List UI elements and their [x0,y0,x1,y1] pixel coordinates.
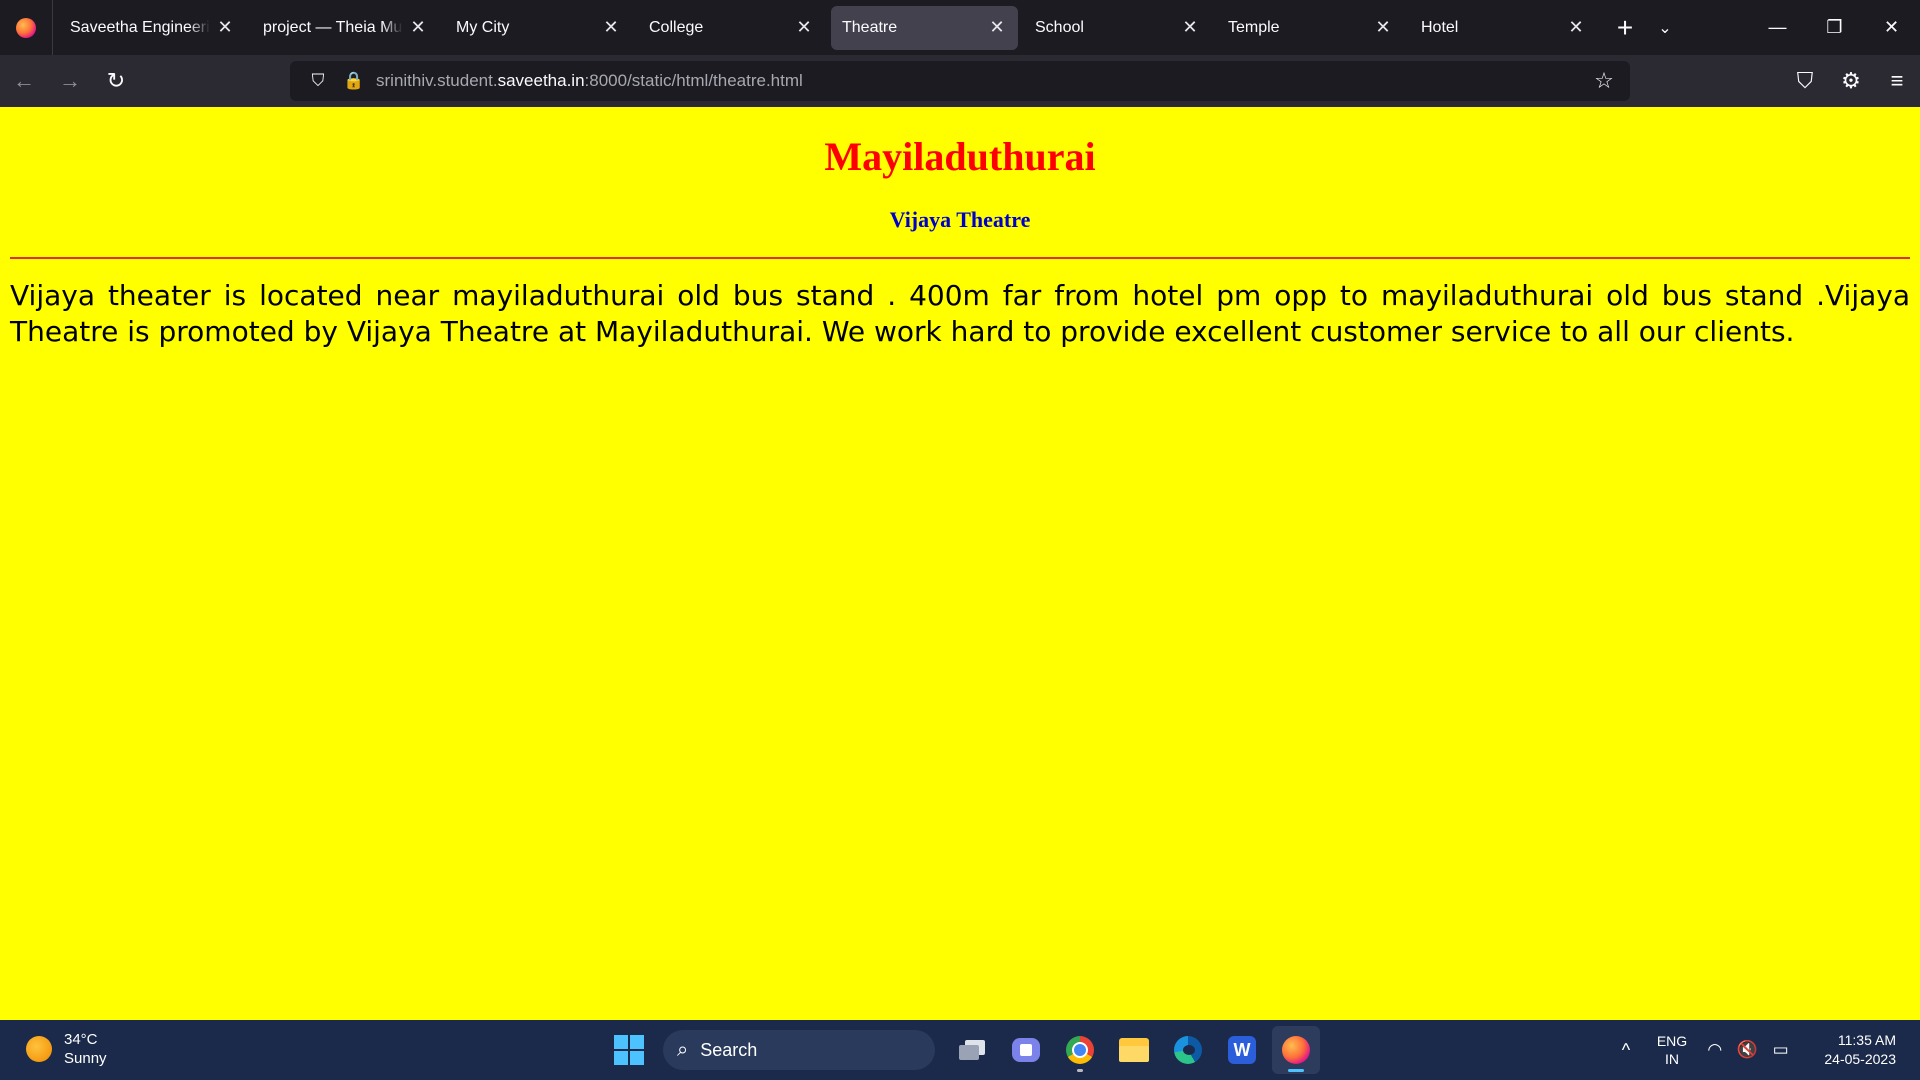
url-prefix: srinithiv.student. [376,71,498,90]
tab-label: My City [456,18,510,36]
reload-button[interactable]: ↻ [94,59,138,103]
quick-settings[interactable]: ◠ 🔇 ▭ [1700,1040,1796,1060]
hamburger-menu-icon[interactable]: ≡ [1875,59,1919,103]
active-indicator [1288,1069,1304,1072]
tab-theatre[interactable]: Theatre ✕ [831,5,1018,50]
list-all-tabs-button[interactable]: ⌄ [1645,8,1685,48]
language-code: ENG [1656,1033,1688,1049]
web-page-content: Mayiladuthurai Vijaya Theatre Vijaya the… [0,107,1920,1020]
firefox-icon [1282,1036,1310,1064]
volume-muted-icon: 🔇 [1736,1040,1758,1059]
close-icon[interactable]: ✕ [409,17,427,38]
show-hidden-icons-chevron-icon[interactable]: ^ [1608,1040,1644,1061]
region-code: IN [1665,1051,1679,1067]
tab-label: Hotel [1421,18,1459,36]
taskbar-app-file-explorer[interactable] [1110,1026,1158,1074]
task-view-button[interactable] [948,1026,996,1074]
chrome-icon [1066,1036,1094,1064]
clock-time: 11:35 AM [1837,1032,1896,1048]
minimize-button[interactable]: — [1749,0,1806,55]
firefox-menu-button[interactable] [0,0,53,55]
description-paragraph: Vijaya theater is located near mayiladut… [10,279,1910,348]
taskbar-apps: ⌕ Search W [605,1026,1323,1074]
pocket-icon[interactable]: ⛉ [1783,59,1827,103]
tab-school[interactable]: School ✕ [1024,6,1211,50]
tab-label: Saveetha Engineering [70,18,210,36]
tracking-protection-shield-icon[interactable]: ⛉ [300,71,336,91]
window-controls: — ❐ ✕ [1749,0,1920,55]
sun-icon [26,1036,52,1062]
taskbar-app-chrome[interactable] [1056,1026,1104,1074]
tab-saveetha-engineering[interactable]: Saveetha Engineering ✕ [59,6,246,50]
extensions-icon[interactable]: ⚙ [1829,59,1873,103]
firefox-logo-icon [16,17,36,38]
wifi-icon: ◠ [1707,1040,1723,1059]
battery-icon: ▭ [1772,1040,1789,1059]
close-icon[interactable]: ✕ [1181,17,1199,38]
url-domain: saveetha.in [497,71,585,90]
search-label: Search [700,1039,758,1060]
edge-icon [1174,1036,1202,1064]
weather-text: 34°C Sunny [64,1030,107,1068]
navigation-toolbar: ← → ↻ ⛉ 🔒 srinithiv.student.saveetha.in:… [0,55,1920,107]
weather-condition: Sunny [64,1050,107,1067]
bookmark-star-icon[interactable]: ☆ [1586,61,1622,101]
taskbar-app-meet[interactable] [1002,1026,1050,1074]
folder-icon [1119,1038,1149,1062]
tab-label: Temple [1228,18,1280,36]
start-button[interactable] [605,1026,653,1074]
clock-date: 24-05-2023 [1824,1051,1896,1067]
close-icon[interactable]: ✕ [1374,17,1392,38]
tab-my-city[interactable]: My City ✕ [445,6,632,50]
browser-tab-strip: Saveetha Engineering ✕ project — Theia M… [0,0,1920,55]
page-title: Mayiladuthurai [824,134,1096,179]
wps-writer-icon: W [1228,1036,1256,1064]
search-icon: ⌕ [677,1038,689,1061]
tab-label: Theatre [842,18,898,36]
weather-temperature: 34°C [64,1031,98,1048]
forward-button[interactable]: → [48,59,92,103]
taskbar-app-wps[interactable]: W [1218,1026,1266,1074]
tab-label: College [649,18,704,36]
close-icon[interactable]: ✕ [988,17,1006,38]
url-bar[interactable]: ⛉ 🔒 srinithiv.student.saveetha.in:8000/s… [290,61,1630,101]
weather-widget[interactable]: 34°C Sunny [26,1030,107,1068]
close-icon[interactable]: ✕ [602,17,620,38]
window-close-button[interactable]: ✕ [1863,0,1920,55]
new-tab-button[interactable]: + [1605,8,1645,48]
video-meet-icon [1012,1038,1040,1062]
clock[interactable]: 11:35 AM 24-05-2023 [1796,1031,1920,1069]
close-icon[interactable]: ✕ [795,17,813,38]
page-subtitle: Vijaya Theatre [889,207,1031,232]
tab-label: School [1035,18,1084,36]
tab-temple[interactable]: Temple ✕ [1217,6,1404,50]
tab-label: project — Theia Multi- [263,18,403,36]
input-language-indicator[interactable]: ENG IN [1644,1032,1700,1068]
insecure-lock-icon[interactable]: 🔒 [336,71,372,91]
close-icon[interactable]: ✕ [1567,17,1585,38]
back-button[interactable]: ← [2,59,46,103]
tab-project-theia[interactable]: project — Theia Multi- ✕ [252,6,439,50]
system-tray: ^ ENG IN ◠ 🔇 ▭ 11:35 AM 24-05-2023 [1608,1020,1920,1080]
restore-button[interactable]: ❐ [1806,0,1863,55]
toolbar-right-icons: ⛉ ⚙ ≡ [1782,55,1920,107]
taskbar-app-edge[interactable] [1164,1026,1212,1074]
close-icon[interactable]: ✕ [216,17,234,38]
task-view-icon [959,1040,985,1060]
horizontal-rule [10,257,1910,259]
tab-hotel[interactable]: Hotel ✕ [1410,6,1597,50]
url-text[interactable]: srinithiv.student.saveetha.in:8000/stati… [376,71,803,91]
taskbar-app-firefox[interactable] [1272,1026,1320,1074]
tab-college[interactable]: College ✕ [638,6,825,50]
taskbar-search-box[interactable]: ⌕ Search [663,1030,935,1070]
url-suffix: :8000/static/html/theatre.html [584,71,803,90]
windows-taskbar: 34°C Sunny ⌕ Search W ^ ENG IN ◠ 🔇 ▭ 11:… [0,1020,1920,1080]
running-indicator [1077,1069,1083,1072]
